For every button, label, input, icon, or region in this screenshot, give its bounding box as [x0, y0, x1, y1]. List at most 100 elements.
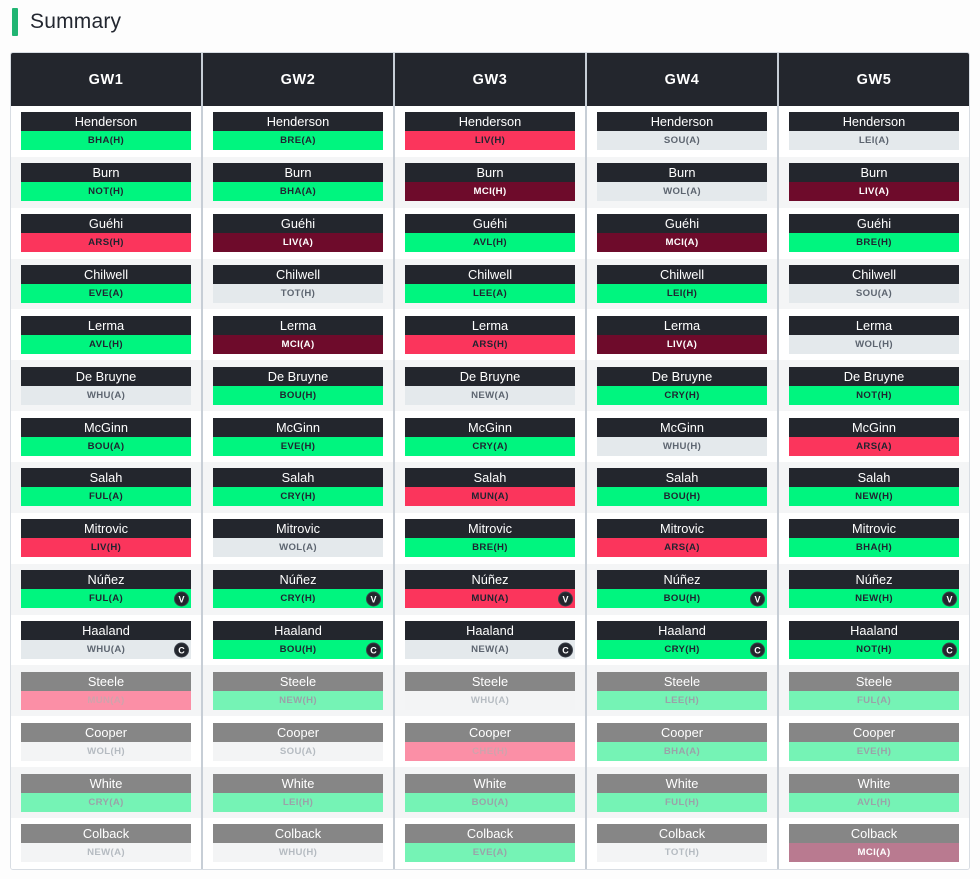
captain-badge: C [750, 642, 765, 658]
player-name: Cooper [789, 722, 959, 742]
fixture-badge: CRY(H) C [597, 640, 767, 660]
player-fixture-cell[interactable]: Lerma LIV(A) [587, 309, 777, 361]
player-fixture-cell[interactable]: Burn MCI(H) [395, 156, 585, 208]
player-fixture-cell[interactable]: Henderson LIV(H) [395, 106, 585, 157]
player-fixture-cell[interactable]: De Bruyne NOT(H) [779, 360, 969, 412]
player-fixture-cell[interactable]: White LEI(H) [203, 767, 393, 819]
player-fixture-cell[interactable]: Chilwell LEE(A) [395, 258, 585, 310]
gameweek-summary-table: GW1 Henderson BHA(H) Burn NOT(H) Guéhi ARS(H) C… [10, 52, 970, 870]
player-fixture-cell[interactable]: White FUL(H) [587, 767, 777, 819]
player-fixture-cell[interactable]: McGinn EVE(H) [203, 411, 393, 463]
player-fixture-cell[interactable]: Colback NEW(A) [11, 818, 201, 869]
player-fixture-cell[interactable]: McGinn WHU(H) [587, 411, 777, 463]
fixture-badge: BRE(A) [213, 131, 383, 151]
player-fixture-cell[interactable]: Colback WHU(H) [203, 818, 393, 869]
player-fixture-cell[interactable]: Colback EVE(A) [395, 818, 585, 869]
player-fixture-cell[interactable]: Haaland WHU(A) C [11, 614, 201, 666]
player-name: Mitrovic [21, 519, 191, 539]
player-fixture-cell[interactable]: Salah CRY(H) [203, 462, 393, 513]
player-fixture-cell[interactable]: Salah MUN(A) [395, 462, 585, 513]
player-fixture-cell[interactable]: Cooper EVE(H) [779, 716, 969, 768]
player-fixture-cell[interactable]: Haaland BOU(H) C [203, 614, 393, 666]
player-fixture-cell[interactable]: Guéhi AVL(H) [395, 207, 585, 259]
player-fixture-cell[interactable]: Steele MUN(A) [11, 665, 201, 717]
player-fixture-cell[interactable]: Haaland NOT(H) C [779, 614, 969, 666]
column-header-gw3[interactable]: GW3 [395, 53, 585, 106]
player-fixture-cell[interactable]: Cooper WOL(H) [11, 716, 201, 768]
player-fixture-cell[interactable]: Salah BOU(H) [587, 462, 777, 513]
column-header-gw4[interactable]: GW4 [587, 53, 777, 106]
page-header: Summary [0, 0, 980, 38]
fixture-badge: WHU(A) [405, 690, 575, 710]
player-fixture-cell[interactable]: Guéhi ARS(H) [11, 207, 201, 259]
player-name: Núñez [213, 570, 383, 590]
player-fixture-cell[interactable]: Chilwell LEI(H) [587, 258, 777, 310]
player-fixture-cell[interactable]: Lerma AVL(H) [11, 309, 201, 361]
column-header-gw1[interactable]: GW1 [11, 53, 201, 106]
player-fixture-cell[interactable]: Chilwell SOU(A) [779, 258, 969, 310]
player-name: Lerma [213, 315, 383, 335]
player-fixture-cell[interactable]: Haaland CRY(H) C [587, 614, 777, 666]
player-fixture-cell[interactable]: Mitrovic BRE(H) [395, 512, 585, 564]
player-fixture-cell[interactable]: McGinn ARS(A) [779, 411, 969, 463]
fixture-badge: ARS(H) [405, 334, 575, 354]
player-fixture-cell[interactable]: Núñez CRY(H) V [203, 563, 393, 615]
player-name: Colback [21, 824, 191, 844]
player-fixture-cell[interactable]: Núñez FUL(A) V [11, 563, 201, 615]
player-fixture-cell[interactable]: Colback MCI(A) [779, 818, 969, 869]
player-fixture-cell[interactable]: White BOU(A) [395, 767, 585, 819]
player-fixture-cell[interactable]: Henderson SOU(A) [587, 106, 777, 157]
player-fixture-cell[interactable]: Lerma MCI(A) [203, 309, 393, 361]
player-fixture-cell[interactable]: Cooper CHE(H) [395, 716, 585, 768]
player-fixture-cell[interactable]: De Bruyne NEW(A) [395, 360, 585, 412]
player-fixture-cell[interactable]: White AVL(H) [779, 767, 969, 819]
player-fixture-cell[interactable]: Mitrovic ARS(A) [587, 512, 777, 564]
player-fixture-cell[interactable]: Haaland NEW(A) C [395, 614, 585, 666]
player-fixture-cell[interactable]: Guéhi MCI(A) [587, 207, 777, 259]
player-fixture-cell[interactable]: Burn NOT(H) [11, 156, 201, 208]
fixture-badge: AVL(H) [405, 233, 575, 253]
player-fixture-cell[interactable]: Steele WHU(A) [395, 665, 585, 717]
fixture-badge: BOU(A) [21, 436, 191, 456]
player-fixture-cell[interactable]: Mitrovic BHA(H) [779, 512, 969, 564]
player-fixture-cell[interactable]: Cooper SOU(A) [203, 716, 393, 768]
player-fixture-cell[interactable]: Salah FUL(A) [11, 462, 201, 513]
player-fixture-cell[interactable]: Cooper BHA(A) [587, 716, 777, 768]
player-fixture-cell[interactable]: De Bruyne BOU(H) [203, 360, 393, 412]
player-fixture-cell[interactable]: De Bruyne CRY(H) [587, 360, 777, 412]
player-fixture-cell[interactable]: Guéhi BRE(H) [779, 207, 969, 259]
player-fixture-cell[interactable]: Mitrovic LIV(H) [11, 512, 201, 564]
player-fixture-cell[interactable]: Chilwell EVE(A) [11, 258, 201, 310]
player-fixture-cell[interactable]: McGinn CRY(A) [395, 411, 585, 463]
player-fixture-cell[interactable]: McGinn BOU(A) [11, 411, 201, 463]
player-fixture-cell[interactable]: Lerma WOL(H) [779, 309, 969, 361]
column-header-gw2[interactable]: GW2 [203, 53, 393, 106]
player-fixture-cell[interactable]: Henderson LEI(A) [779, 106, 969, 157]
player-fixture-cell[interactable]: Guéhi LIV(A) [203, 207, 393, 259]
player-fixture-cell[interactable]: Mitrovic WOL(A) [203, 512, 393, 564]
player-fixture-cell[interactable]: Colback TOT(H) [587, 818, 777, 869]
player-fixture-cell[interactable]: Steele LEE(H) [587, 665, 777, 717]
player-name: Cooper [597, 722, 767, 742]
player-fixture-cell[interactable]: Burn BHA(A) [203, 156, 393, 208]
player-fixture-cell[interactable]: De Bruyne WHU(A) [11, 360, 201, 412]
fixture-label: WHU(H) [662, 440, 702, 452]
player-fixture-cell[interactable]: Henderson BRE(A) [203, 106, 393, 157]
fixture-label: WOL(H) [87, 745, 125, 757]
player-fixture-cell[interactable]: Steele NEW(H) [203, 665, 393, 717]
player-fixture-cell[interactable]: Chilwell TOT(H) [203, 258, 393, 310]
player-fixture-cell[interactable]: Steele FUL(A) [779, 665, 969, 717]
fixture-badge: FUL(H) [597, 792, 767, 812]
player-fixture-cell[interactable]: Salah NEW(H) [779, 462, 969, 513]
player-fixture-cell[interactable]: Burn WOL(A) [587, 156, 777, 208]
player-fixture-cell[interactable]: Núñez MUN(A) V [395, 563, 585, 615]
player-fixture-cell[interactable]: Lerma ARS(H) [395, 309, 585, 361]
column-header-gw5[interactable]: GW5 [779, 53, 969, 106]
player-fixture-cell[interactable]: Burn LIV(A) [779, 156, 969, 208]
player-fixture-cell[interactable]: White CRY(A) [11, 767, 201, 819]
fixture-badge: ARS(A) [789, 436, 959, 456]
player-fixture-cell[interactable]: Núñez NEW(H) V [779, 563, 969, 615]
player-fixture-cell[interactable]: Núñez BOU(H) V [587, 563, 777, 615]
player-fixture-cell[interactable]: Henderson BHA(H) [11, 106, 201, 157]
player-name: De Bruyne [213, 366, 383, 386]
